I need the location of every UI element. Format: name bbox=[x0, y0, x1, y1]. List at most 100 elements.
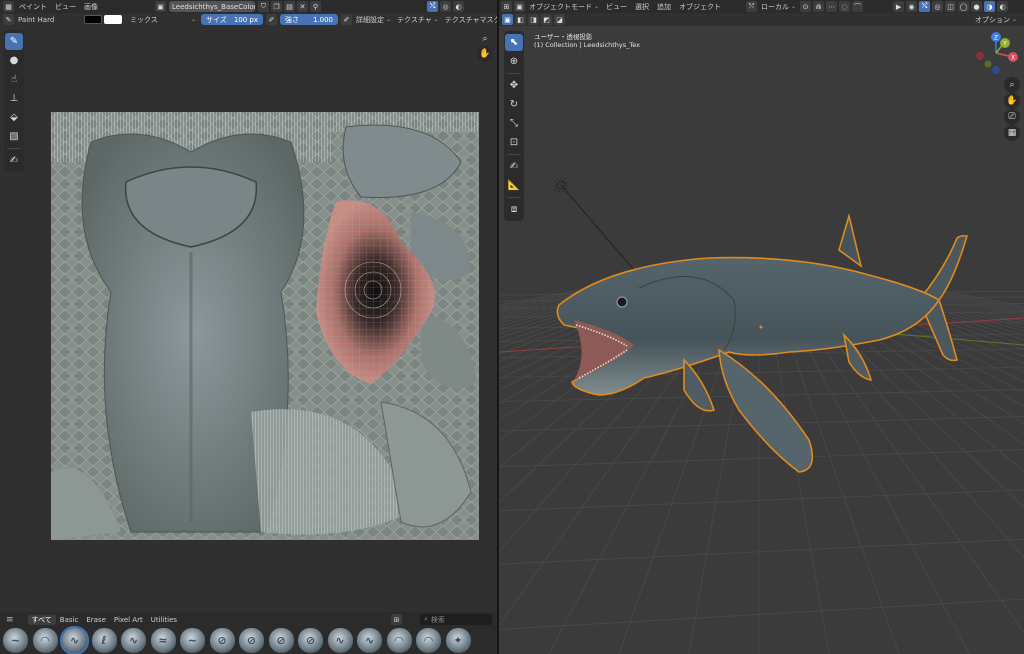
tab-all[interactable]: すべて bbox=[27, 615, 56, 625]
brush-thumbnail[interactable]: ℓ bbox=[91, 628, 117, 653]
tab-erase[interactable]: Erase bbox=[82, 615, 110, 625]
pivot-icon[interactable]: ⊙ bbox=[800, 1, 812, 12]
brush-thumbnail[interactable]: ∿ bbox=[327, 628, 353, 653]
gizmo-toggle-icon[interactable]: ⤭ bbox=[427, 1, 438, 12]
texture-image[interactable] bbox=[51, 112, 479, 540]
editor-type-icon[interactable]: ⊞ bbox=[501, 1, 512, 12]
new-image-icon[interactable]: ❐ bbox=[271, 1, 282, 12]
shading-material-icon[interactable]: ◑ bbox=[984, 1, 996, 12]
transform-orientation-icon[interactable]: ⤲ bbox=[746, 1, 758, 12]
brush-strength-field[interactable]: 強さ 1.000 bbox=[280, 14, 338, 25]
texture-mask-dropdown[interactable]: テクスチャマスク⌄ bbox=[442, 14, 497, 25]
clone-tool-icon[interactable]: ⊥ bbox=[5, 90, 23, 107]
select-mode-subtract-icon[interactable]: ◨ bbox=[528, 14, 539, 25]
orientation-dropdown[interactable]: ローカル ⌄ bbox=[758, 1, 799, 12]
shading-render-icon[interactable]: ◐ bbox=[997, 1, 1009, 12]
fill-tool-icon[interactable]: ⬙ bbox=[5, 109, 23, 126]
brush-thumbnail[interactable]: ✦ bbox=[445, 628, 471, 653]
menu-object[interactable]: オブジェクト bbox=[675, 2, 725, 12]
proportional-edit-icon[interactable]: ◌ bbox=[839, 1, 851, 12]
camera-view-icon[interactable]: ⎚ bbox=[1004, 109, 1020, 125]
size-pressure-icon[interactable]: ✐ bbox=[266, 14, 277, 25]
brush-thumbnail[interactable]: ⊘ bbox=[268, 628, 294, 653]
menu-view[interactable]: ビュー bbox=[602, 2, 631, 12]
shading-wire-icon[interactable]: ◯ bbox=[958, 1, 970, 12]
display-icon[interactable]: ◐ bbox=[453, 1, 464, 12]
shading-solid-icon[interactable]: ● bbox=[971, 1, 983, 12]
pan-view-icon[interactable]: ✋ bbox=[1004, 93, 1020, 109]
annotate-tool-icon[interactable]: ✍ bbox=[5, 152, 23, 169]
select-mode-invert-icon[interactable]: ◩ bbox=[541, 14, 552, 25]
options-dropdown[interactable]: オプション ⌄ bbox=[972, 14, 1020, 25]
brush-icon[interactable]: ✎ bbox=[3, 14, 14, 25]
zoom-view-icon[interactable]: ⌕ bbox=[477, 31, 493, 47]
image-browse-icon[interactable]: ▣ bbox=[155, 1, 166, 12]
blend-mode-dropdown[interactable]: ミックス ⌄ bbox=[127, 14, 199, 25]
menu-paint[interactable]: ペイント bbox=[15, 2, 51, 12]
brush-thumbnail[interactable]: ◠ bbox=[32, 628, 58, 653]
brush-thumbnail[interactable]: ⊘ bbox=[239, 628, 264, 653]
falloff-icon[interactable]: ⌒ bbox=[852, 1, 864, 12]
object-mode-icon[interactable]: ▣ bbox=[514, 1, 525, 12]
menu-add[interactable]: 追加 bbox=[653, 2, 675, 12]
move-icon[interactable]: ✥ bbox=[505, 77, 523, 94]
play-icon[interactable]: ▶ bbox=[893, 1, 905, 12]
primary-color-swatch[interactable] bbox=[84, 15, 102, 24]
add-cube-icon[interactable]: ⧈ bbox=[505, 201, 523, 218]
image-name-field[interactable]: Leedsichthys_BaseColor.png bbox=[169, 1, 255, 12]
snap-target-icon[interactable]: ⋯ bbox=[826, 1, 838, 12]
menu-image[interactable]: 画像 bbox=[80, 2, 102, 12]
unlink-image-icon[interactable]: ✕ bbox=[297, 1, 308, 12]
advanced-dropdown[interactable]: 詳細設定 ⌄ bbox=[353, 14, 394, 25]
strength-pressure-icon[interactable]: ✐ bbox=[341, 14, 352, 25]
mode-dropdown[interactable]: オブジェクトモード ⌄ bbox=[526, 1, 602, 12]
overlay-toggle-icon[interactable]: ◎ bbox=[440, 1, 451, 12]
brush-thumbnail[interactable]: ◠ bbox=[416, 628, 441, 653]
brush-selector[interactable]: Paint Hard bbox=[15, 14, 83, 25]
select-box-icon[interactable]: ⬉ bbox=[505, 34, 523, 51]
cursor-icon[interactable]: ⊕ bbox=[505, 53, 523, 70]
select-mode-new-icon[interactable]: ▣ bbox=[502, 14, 513, 25]
ortho-toggle-icon[interactable]: ▦ bbox=[1004, 125, 1020, 141]
measure-icon[interactable]: 📐 bbox=[505, 177, 523, 194]
brush-thumbnail[interactable]: ∼ bbox=[3, 628, 28, 653]
secondary-color-swatch[interactable] bbox=[104, 15, 122, 24]
fake-user-icon[interactable]: ⛉ bbox=[258, 1, 269, 12]
tab-utilities[interactable]: Utilities bbox=[147, 615, 181, 625]
select-mode-extend-icon[interactable]: ◧ bbox=[515, 14, 526, 25]
tab-pixel-art[interactable]: Pixel Art bbox=[110, 615, 147, 625]
annotate-icon[interactable]: ✍ bbox=[505, 158, 523, 175]
snap-icon[interactable]: ⋒ bbox=[813, 1, 825, 12]
brush-thumbnail[interactable]: ∿ bbox=[121, 628, 146, 653]
navigation-gizmo[interactable]: Z X Y bbox=[976, 32, 1018, 74]
open-image-icon[interactable]: ▤ bbox=[284, 1, 295, 12]
brush-thumbnail[interactable]: ∿ bbox=[357, 628, 382, 653]
menu-view[interactable]: ビュー bbox=[51, 2, 80, 12]
scale-icon[interactable]: ⤡ bbox=[505, 115, 523, 132]
zoom-view-icon[interactable]: ⌕ bbox=[1004, 77, 1020, 93]
pin-icon[interactable]: ⚲ bbox=[310, 1, 321, 12]
gizmo-toggle-icon[interactable]: ⤭ bbox=[919, 1, 931, 12]
brush-size-field[interactable]: サイズ 100 px bbox=[201, 14, 263, 25]
smear-tool-icon[interactable]: ☝ bbox=[5, 71, 23, 88]
brush-thumbnail[interactable]: ∼ bbox=[180, 628, 205, 653]
brush-thumbnail[interactable]: ◠ bbox=[386, 628, 412, 653]
blur-tool-icon[interactable]: ● bbox=[5, 52, 23, 69]
xray-icon[interactable]: ◫ bbox=[945, 1, 957, 12]
display-size-icon[interactable]: ⊞ bbox=[391, 614, 402, 625]
editor-type-icon[interactable]: ▦ bbox=[3, 1, 14, 12]
brush-thumbnail[interactable]: ⊘ bbox=[298, 628, 323, 653]
menu-icon[interactable]: ≡ bbox=[6, 615, 14, 625]
select-mode-intersect-icon[interactable]: ◪ bbox=[554, 14, 565, 25]
pan-view-icon[interactable]: ✋ bbox=[477, 46, 493, 62]
overlay-toggle-icon[interactable]: ◎ bbox=[932, 1, 944, 12]
mask-tool-icon[interactable]: ▧ bbox=[5, 128, 23, 145]
brush-thumbnail[interactable]: ⊘ bbox=[209, 628, 235, 653]
tab-basic[interactable]: Basic bbox=[56, 615, 83, 625]
texture-dropdown[interactable]: テクスチャ ⌄ bbox=[394, 14, 442, 25]
brush-thumbnail[interactable]: ∿ bbox=[60, 626, 89, 654]
menu-select[interactable]: 選択 bbox=[631, 2, 653, 12]
brush-tool-icon[interactable]: ✎ bbox=[5, 33, 23, 50]
transform-icon[interactable]: ⊡ bbox=[505, 134, 523, 151]
brush-thumbnail[interactable]: ≈ bbox=[150, 628, 176, 653]
